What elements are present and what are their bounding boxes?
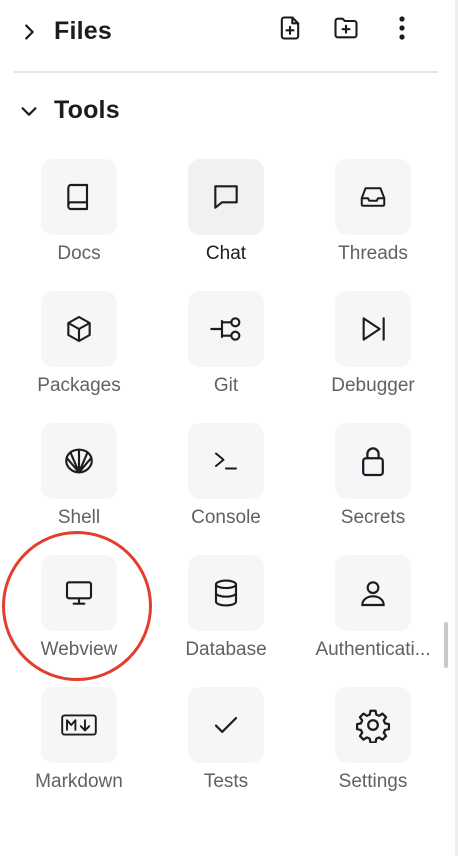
tool-tests-icon-box[interactable]: [188, 687, 264, 763]
tool-database-label: Database: [185, 639, 267, 660]
tool-chat-label: Chat: [205, 243, 247, 264]
tool-markdown-icon-box[interactable]: [41, 687, 117, 763]
more-vertical-icon: [398, 15, 406, 41]
check-icon: [210, 710, 242, 740]
book-icon: [63, 181, 95, 213]
files-section-title: Files: [54, 17, 112, 45]
tool-docs[interactable]: Docs: [6, 159, 152, 281]
new-folder-button[interactable]: [330, 12, 362, 44]
chat-icon: [209, 181, 243, 213]
tool-threads-icon-box[interactable]: [335, 159, 411, 235]
shell-icon: [61, 444, 97, 478]
tool-authentication-icon-box[interactable]: [335, 555, 411, 631]
terminal-icon: [209, 446, 243, 476]
tool-authentication-label: Authenticati...: [315, 639, 431, 660]
file-plus-icon: [276, 14, 304, 42]
tool-docs-icon-box[interactable]: [41, 159, 117, 235]
tool-shell[interactable]: Shell: [6, 423, 152, 545]
new-file-button[interactable]: [274, 12, 306, 44]
tool-debugger-icon-box[interactable]: [335, 291, 411, 367]
tool-shell-label: Shell: [57, 507, 101, 528]
tool-authentication[interactable]: Authenticati...: [300, 555, 446, 677]
tool-git-label: Git: [213, 375, 239, 396]
tool-tests[interactable]: Tests: [153, 687, 299, 809]
tool-threads-label: Threads: [338, 243, 408, 264]
tool-settings-icon-box[interactable]: [335, 687, 411, 763]
markdown-icon: [61, 713, 97, 737]
tool-packages[interactable]: Packages: [6, 291, 152, 413]
tool-database[interactable]: Database: [153, 555, 299, 677]
database-icon: [210, 576, 242, 610]
more-options-button[interactable]: [386, 12, 418, 44]
tool-webview-icon-box[interactable]: [41, 555, 117, 631]
tool-chat-icon-box[interactable]: [188, 159, 264, 235]
tool-packages-icon-box[interactable]: [41, 291, 117, 367]
tool-secrets-label: Secrets: [340, 507, 406, 528]
tool-shell-icon-box[interactable]: [41, 423, 117, 499]
tool-packages-label: Packages: [37, 375, 121, 396]
tool-secrets-icon-box[interactable]: [335, 423, 411, 499]
tool-console[interactable]: Console: [153, 423, 299, 545]
tool-threads[interactable]: Threads: [300, 159, 446, 281]
tool-webview[interactable]: Webview: [6, 555, 152, 677]
chevron-down-icon[interactable]: [18, 100, 40, 122]
chevron-right-icon[interactable]: [18, 21, 40, 43]
tool-git-icon-box[interactable]: [188, 291, 264, 367]
scrollbar-thumb[interactable]: [444, 622, 448, 668]
tool-settings-label: Settings: [338, 771, 408, 792]
tool-debugger[interactable]: Debugger: [300, 291, 446, 413]
tools-section-header[interactable]: Tools: [0, 91, 440, 131]
folder-plus-icon: [331, 14, 361, 42]
debugger-icon: [357, 313, 389, 345]
tool-tests-label: Tests: [203, 771, 249, 792]
tool-database-icon-box[interactable]: [188, 555, 264, 631]
tool-secrets[interactable]: Secrets: [300, 423, 446, 545]
section-divider: [14, 71, 438, 73]
tool-webview-label: Webview: [40, 639, 118, 660]
box-icon: [63, 313, 95, 345]
gear-icon: [355, 707, 391, 743]
tool-chat[interactable]: Chat: [153, 159, 299, 281]
git-icon: [208, 313, 244, 345]
tool-markdown[interactable]: Markdown: [6, 687, 152, 809]
lock-icon: [359, 444, 387, 478]
monitor-icon: [62, 577, 96, 609]
inbox-icon: [356, 182, 390, 212]
tool-console-label: Console: [191, 507, 261, 528]
tool-git[interactable]: Git: [153, 291, 299, 413]
files-section-header[interactable]: Files: [0, 12, 440, 52]
tool-settings[interactable]: Settings: [300, 687, 446, 809]
tool-markdown-label: Markdown: [35, 771, 123, 792]
tool-console-icon-box[interactable]: [188, 423, 264, 499]
tool-debugger-label: Debugger: [331, 375, 415, 396]
user-icon: [357, 576, 389, 610]
tools-section-title: Tools: [54, 96, 120, 124]
tool-docs-label: Docs: [57, 243, 101, 264]
